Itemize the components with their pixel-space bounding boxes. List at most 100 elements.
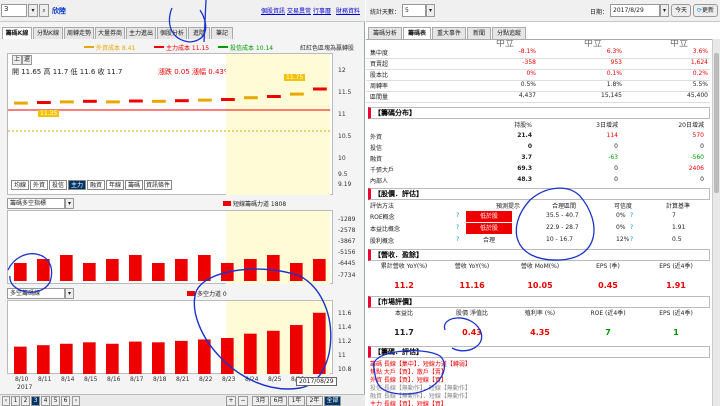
rev-col-head: 累計營收 YoY(%) bbox=[380, 263, 428, 270]
tab-notes[interactable]: 筆記 bbox=[211, 27, 233, 39]
tab-chip-kline[interactable]: 籌碼K線 bbox=[2, 27, 32, 39]
color-note: 紅紅色區塊為贏轉股 bbox=[300, 45, 355, 52]
val-row-label: 本益比概念 bbox=[370, 226, 401, 233]
panel2-axis: 11.6 11.4 11.2 11 10.8 bbox=[336, 300, 364, 374]
tab-stock-analysis[interactable]: 個股分析 bbox=[157, 27, 187, 39]
price-candle bbox=[106, 100, 120, 104]
tab-branch-track[interactable]: 分點追蹤 bbox=[492, 27, 526, 39]
scrollbar[interactable] bbox=[712, 39, 720, 406]
val-col-head: 計算基準 bbox=[666, 203, 691, 210]
link-financial[interactable]: 財務資料 bbox=[336, 6, 360, 15]
date-tick: 8/15 bbox=[84, 376, 98, 383]
stock-name[interactable]: 欣陸 bbox=[52, 6, 66, 16]
market-col-head: EPS (近4季) bbox=[659, 310, 693, 317]
today-button[interactable]: 今天 bbox=[671, 4, 691, 17]
tab-turnover[interactable]: 周轉走勢 bbox=[64, 27, 94, 39]
summary-cell: 0.5% bbox=[520, 81, 536, 88]
panel2-legend-swatch bbox=[187, 291, 195, 296]
panel1-select[interactable]: 籌碼多空指標 bbox=[7, 198, 65, 209]
zoom-out-icon[interactable]: − bbox=[238, 396, 248, 406]
btn-foreign[interactable]: 外資 bbox=[30, 180, 48, 190]
market-col-head: 股價 淨值比 bbox=[456, 310, 488, 317]
long-short-bar bbox=[129, 341, 142, 374]
price-candle bbox=[175, 99, 189, 103]
stock-select[interactable]: 3 bbox=[1, 4, 27, 17]
date-tick: 8/24 bbox=[245, 376, 259, 383]
panel2-tick: 11 bbox=[338, 352, 346, 359]
market-value: 4.35 bbox=[530, 328, 550, 337]
chip-indicator-bar bbox=[221, 263, 234, 281]
dist-cell: 114 bbox=[606, 132, 618, 139]
chip-indicator-bar bbox=[175, 259, 188, 281]
panel2-tick: 10.8 bbox=[338, 366, 352, 373]
chip-indicator-bar bbox=[129, 255, 142, 281]
tab-major-events[interactable]: 重大事件 bbox=[432, 27, 466, 39]
dropdown-arrow-icon[interactable]: ▾ bbox=[28, 4, 38, 17]
zoom-range-button[interactable]: 1年 bbox=[288, 396, 305, 406]
zoom-in-icon[interactable]: + bbox=[226, 396, 236, 406]
help-icon[interactable]: ? bbox=[456, 212, 459, 219]
page-button[interactable]: 5 bbox=[51, 396, 60, 406]
panel2-select[interactable]: 多空籌碼線 bbox=[7, 288, 65, 299]
panel1-tick: -6445 bbox=[338, 260, 356, 267]
tab-advanced[interactable]: 進階 bbox=[188, 27, 210, 39]
row-divider bbox=[366, 91, 710, 92]
help-icon[interactable]: ? bbox=[630, 236, 633, 243]
page-button[interactable]: 2 bbox=[21, 396, 30, 406]
tab-branch-kline[interactable]: 分點K線 bbox=[33, 27, 63, 39]
help-icon[interactable]: ? bbox=[456, 224, 459, 231]
chevron-down-icon[interactable]: ▾ bbox=[426, 4, 435, 17]
link-stock-info[interactable]: 個股資訊 bbox=[261, 6, 285, 15]
market-col-head: ROE (近4季) bbox=[590, 310, 626, 317]
price-axis: 12 11.5 11 10.5 10 9.5 9.19 bbox=[336, 53, 364, 195]
tab-large-brokers[interactable]: 大量券商 bbox=[95, 27, 125, 39]
chevron-down-icon[interactable]: ▾ bbox=[65, 198, 74, 209]
page-button[interactable]: 6 bbox=[61, 396, 70, 406]
page-button[interactable]: 1 bbox=[11, 396, 20, 406]
refresh-button[interactable]: ⟳更新 bbox=[693, 4, 718, 17]
tab-chip-analysis[interactable]: 籌碼分析 bbox=[368, 27, 402, 39]
page-button[interactable]: 3 bbox=[31, 396, 40, 406]
help-icon[interactable]: ? bbox=[630, 212, 633, 219]
next-page-icon[interactable]: › bbox=[72, 396, 80, 406]
link-trade-abnormal[interactable]: 交易異常 bbox=[287, 6, 311, 15]
search-icon[interactable]: ⌕ bbox=[39, 4, 49, 17]
btn-trust[interactable]: 投信 bbox=[49, 180, 67, 190]
chevron-down-icon[interactable]: ▾ bbox=[65, 288, 74, 299]
link-calendar[interactable]: 行事曆 bbox=[313, 6, 331, 15]
scrollbar-thumb[interactable] bbox=[714, 53, 719, 193]
summary-cell: 953 bbox=[610, 59, 622, 66]
tab-news[interactable]: 新聞 bbox=[467, 27, 491, 39]
btn-year-line[interactable]: 年線 bbox=[106, 180, 124, 190]
tab-chip-table[interactable]: 籌碼表 bbox=[403, 27, 431, 39]
rev-col-head: 營收 MoM(%) bbox=[520, 263, 560, 270]
zoom-range-button[interactable]: 全部 bbox=[324, 396, 341, 406]
prev-page-icon[interactable]: ‹ bbox=[2, 396, 10, 406]
summary-cell: 5.5% bbox=[692, 81, 708, 88]
zoom-range-button[interactable]: 6月 bbox=[270, 396, 287, 406]
help-icon[interactable]: ? bbox=[456, 236, 459, 243]
panel1-legend: 短線籌碼力道 1808 bbox=[233, 201, 287, 208]
distribution-table: 持股% 3日增減 20日增減 外資 21.4 114 570 投信 0 0 0 融資 3.7 -63 -5… bbox=[366, 120, 712, 190]
page-button[interactable]: 4 bbox=[41, 396, 50, 406]
help-icon[interactable]: ? bbox=[630, 224, 633, 231]
summary-cell: 0.2% bbox=[692, 70, 708, 77]
section-chip-eval: 【籌碼．評估】 bbox=[368, 346, 710, 358]
dist-cell: 0 bbox=[700, 176, 704, 183]
zoom-range-button[interactable]: 2年 bbox=[306, 396, 323, 406]
summary-table: 中立 中立 中立 集中度 -8.1% 6.3% 3.6% 買賣超 -358 953 1,624… bbox=[366, 40, 712, 103]
long-short-bar bbox=[267, 330, 280, 374]
btn-chip[interactable]: 籌碼 bbox=[125, 180, 143, 190]
dist-cell: 570 bbox=[692, 132, 704, 139]
btn-margin[interactable]: 融資 bbox=[87, 180, 105, 190]
count-select[interactable]: 5 bbox=[402, 4, 426, 17]
date-field[interactable]: 2017/8/29 bbox=[610, 4, 660, 17]
zoom-range-button[interactable]: 3月 bbox=[252, 396, 269, 406]
cost-legend: 外資成本 8.41 主力成本 11.15 投信成本 10.14 紅紅色區塊為贏轉… bbox=[10, 43, 360, 53]
calendar-icon[interactable]: ▾ bbox=[660, 4, 669, 17]
dist-cell: 69.3 bbox=[517, 165, 532, 172]
btn-info-cond[interactable]: 資訊條件 bbox=[144, 180, 172, 190]
btn-ma[interactable]: 均線 bbox=[11, 180, 29, 190]
btn-main[interactable]: 主力 bbox=[68, 180, 86, 190]
tab-main-force[interactable]: 主力進出 bbox=[126, 27, 156, 39]
